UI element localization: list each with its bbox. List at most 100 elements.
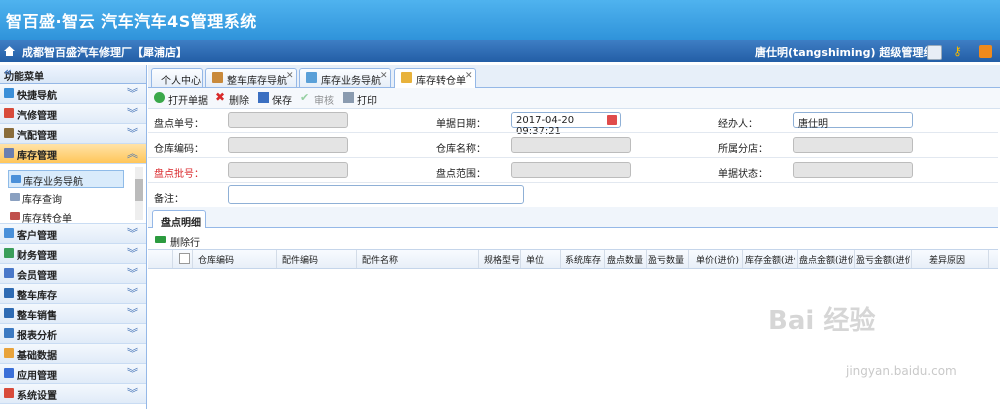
branch-field[interactable] xyxy=(793,137,913,153)
column-header[interactable]: 单位 xyxy=(526,253,544,266)
user-info: 唐仕明(tangshiming) 超级管理组 xyxy=(755,46,935,59)
status-field[interactable] xyxy=(793,162,913,178)
calendar-icon[interactable] xyxy=(607,115,617,125)
tab-inventory-detail[interactable]: 盘点明细 xyxy=(152,210,206,229)
branch-label: 所属分店： xyxy=(718,144,768,155)
chart-icon xyxy=(306,72,317,83)
warehouse-name-label: 仓库名称： xyxy=(436,144,486,155)
status-label: 单据状态： xyxy=(718,169,768,180)
home-icon xyxy=(4,46,15,56)
key-icon[interactable]: ⚷ xyxy=(953,45,966,58)
sidebar-item-label: 汽修管理 xyxy=(17,111,57,122)
chevron-down-icon[interactable]: ︾ xyxy=(127,345,138,361)
sidebar-item-repair[interactable]: 汽修管理 ︾ xyxy=(0,104,146,124)
tab-stock-transfer[interactable]: 库存转仓单 ✕ xyxy=(394,68,476,88)
sidebar-item-apps[interactable]: 应用管理 ︾ xyxy=(0,364,146,384)
chevron-down-icon[interactable]: ︾ xyxy=(127,285,138,301)
delete-row-button[interactable]: 删除行 xyxy=(155,233,207,249)
column-header[interactable]: 系统库存 xyxy=(565,253,601,266)
remark-field[interactable] xyxy=(228,185,524,204)
sidebar-item-settings[interactable]: 系统设置 ︾ xyxy=(0,384,146,404)
detail-tabs: 盘点明细 xyxy=(148,207,998,229)
column-header[interactable]: 仓库编码 xyxy=(198,253,234,266)
print-button[interactable]: 打印 xyxy=(343,91,379,107)
column-header[interactable]: 盘点金额(进价) xyxy=(799,253,853,266)
sidebar-item-label: 汽配管理 xyxy=(17,131,57,142)
range-label: 盘点范围： xyxy=(436,169,486,180)
column-header[interactable]: 配件编码 xyxy=(282,253,318,266)
sidebar-item-member[interactable]: 会员管理 ︾ xyxy=(0,264,146,284)
submenu-item[interactable]: 库存业务导航 xyxy=(8,170,124,188)
handler-value: 唐仕明 xyxy=(798,119,828,130)
handler-field[interactable]: 唐仕明 xyxy=(793,112,913,130)
column-header[interactable]: 规格型号 xyxy=(484,253,520,266)
sidebar-item-label: 快捷导航 xyxy=(17,91,57,102)
menu-icon xyxy=(4,268,14,278)
close-icon[interactable]: ✕ xyxy=(380,71,388,81)
chevron-up-icon[interactable]: ︽ xyxy=(127,145,138,161)
range-field[interactable] xyxy=(511,162,631,178)
sidebar-item-label: 整车销售 xyxy=(17,311,57,322)
sidebar-item-parts[interactable]: 汽配管理 ︾ xyxy=(0,124,146,144)
warehouse-code-field[interactable] xyxy=(228,137,348,153)
submenu-item[interactable]: 库存转仓单 xyxy=(8,208,122,225)
chevron-down-icon[interactable]: ︾ xyxy=(127,305,138,321)
tab-label: 库存转仓单 xyxy=(416,76,466,87)
column-header[interactable]: 单价(进价) xyxy=(696,253,739,266)
save-button[interactable]: 保存 xyxy=(258,91,294,107)
select-all-checkbox[interactable] xyxy=(179,253,190,264)
profile-icon[interactable] xyxy=(927,45,942,60)
column-header[interactable]: 库存金额(进价) xyxy=(745,253,795,266)
batch-field[interactable] xyxy=(228,162,348,178)
collapse-sidebar-icon[interactable]: « xyxy=(4,65,138,79)
grid-toolbar: 删除行 xyxy=(148,231,998,249)
sidebar-item-vehicle-sales[interactable]: 整车销售 ︾ xyxy=(0,304,146,324)
sidebar-item-finance[interactable]: 财务管理 ︾ xyxy=(0,244,146,264)
document-form: 盘点单号： 单据日期： 2017-04-20 09:37:21 经办人： 唐仕明… xyxy=(148,109,1000,207)
warehouse-name-field[interactable] xyxy=(511,137,631,153)
chevron-down-icon[interactable]: ︾ xyxy=(127,325,138,341)
tab-personal-center[interactable]: 个人中心 xyxy=(151,68,203,87)
close-icon[interactable]: ✕ xyxy=(286,71,294,81)
open-document-button[interactable]: 打开单据 xyxy=(154,91,210,107)
menu-icon xyxy=(4,128,14,138)
chevron-down-icon[interactable]: ︾ xyxy=(127,245,138,261)
approve-button[interactable]: ✔ 审核 xyxy=(300,91,336,107)
sidebar-item-reports[interactable]: 报表分析 ︾ xyxy=(0,324,146,344)
menu-icon xyxy=(4,288,14,298)
column-header[interactable]: 盈亏数量 xyxy=(648,253,684,266)
column-header[interactable]: 配件名称 xyxy=(362,253,398,266)
sidebar-item-quick-nav[interactable]: 快捷导航 ︾ xyxy=(0,84,146,104)
column-header[interactable]: 盘点数量 xyxy=(607,253,643,266)
chevron-down-icon[interactable]: ︾ xyxy=(127,365,138,381)
chevron-down-icon[interactable]: ︾ xyxy=(127,265,138,281)
save-icon xyxy=(258,92,269,103)
logout-icon[interactable] xyxy=(979,45,992,58)
sidebar-item-customer[interactable]: 客户管理 ︾ xyxy=(0,224,146,244)
chevron-down-icon[interactable]: ︾ xyxy=(127,385,138,401)
add-icon xyxy=(154,92,165,103)
menu-icon xyxy=(4,348,14,358)
sidebar-item-base-data[interactable]: 基础数据 ︾ xyxy=(0,344,146,364)
menu-icon xyxy=(4,388,14,398)
column-header[interactable]: 差异原因 xyxy=(929,253,965,266)
menu-icon xyxy=(4,108,14,118)
delete-button[interactable]: ✖ 删除 xyxy=(215,91,251,107)
submenu-scrollbar[interactable] xyxy=(135,167,143,220)
date-field[interactable]: 2017-04-20 09:37:21 xyxy=(511,112,621,137)
chevron-down-icon[interactable]: ︾ xyxy=(127,85,138,101)
column-header[interactable]: 盈亏金额(进价) xyxy=(856,253,910,266)
submenu-label: 库存业务导航 xyxy=(23,177,83,188)
sidebar-item-label: 系统设置 xyxy=(17,391,57,402)
chevron-down-icon[interactable]: ︾ xyxy=(127,125,138,141)
tab-stock-business-nav[interactable]: 库存业务导航 ✕ xyxy=(299,68,391,87)
sidebar-item-stock[interactable]: 库存管理 ︽ xyxy=(0,144,146,164)
tab-label: 整车库存导航 xyxy=(227,76,287,87)
tab-vehicle-stock-nav[interactable]: 整车库存导航 ✕ xyxy=(205,68,297,87)
chevron-down-icon[interactable]: ︾ xyxy=(127,105,138,121)
submenu-item[interactable]: 库存查询 xyxy=(8,189,122,206)
order-no-field[interactable] xyxy=(228,112,348,128)
chevron-down-icon[interactable]: ︾ xyxy=(127,225,138,241)
sidebar-item-vehicle-stock[interactable]: 整车库存 ︾ xyxy=(0,284,146,304)
close-icon[interactable]: ✕ xyxy=(465,71,473,81)
